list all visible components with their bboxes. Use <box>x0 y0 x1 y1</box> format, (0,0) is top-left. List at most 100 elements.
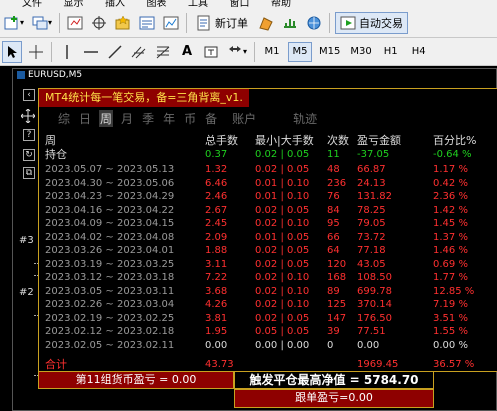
table-row: 2023.03.19 ~ 2023.03.25 3.11 0.02 | 0.05 12… <box>45 258 497 271</box>
cell-pnl: 370.14 <box>357 299 392 310</box>
cell-lots: 7.22 <box>205 272 228 283</box>
cell-pnl: 43.05 <box>357 258 386 270</box>
cell-minmax: 0.01 | 0.05 <box>255 231 310 243</box>
auto-trading-label: 自动交易 <box>359 16 404 30</box>
tab-note[interactable]: 备 <box>204 110 218 127</box>
table-row: 2023.04.23 ~ 2023.04.29 2.46 0.01 | 0.10 76… <box>45 190 497 203</box>
cell-pct: 1.42 % <box>433 204 468 216</box>
menu-view[interactable]: 显示 <box>64 0 84 8</box>
follow-pnl-box: 跟单盈亏=0.00 <box>234 389 434 408</box>
auto-trading-button[interactable]: 自动交易 <box>335 11 409 34</box>
navigator-icon <box>163 16 179 29</box>
tab-overall[interactable]: 综 <box>57 110 71 127</box>
cell-minmax: 0.02 | 0.10 <box>255 218 310 229</box>
menu-file[interactable]: 文件 <box>22 0 42 8</box>
menu-help[interactable]: 帮助 <box>271 0 291 8</box>
cell-period: 2023.04.16 ~ 2023.04.22 <box>45 204 175 216</box>
tab-quarter[interactable]: 季 <box>141 110 155 127</box>
tab-account[interactable]: 账户 <box>231 110 257 127</box>
cell-pnl: 0.00 <box>357 339 380 351</box>
group-pnl-box: 第11组货币盈亏 = 0.00 <box>38 371 234 389</box>
timeframe-h1-label: H1 <box>383 46 398 57</box>
position-minmax: 0.02 | 0.05 <box>255 149 310 160</box>
refresh-side-button[interactable]: ↻ <box>23 149 35 161</box>
help-globe-icon <box>307 16 321 29</box>
data-window-button[interactable] <box>137 12 157 34</box>
menu-insert[interactable]: 插入 <box>105 0 125 8</box>
market-watch-button[interactable] <box>65 12 85 34</box>
tab-currency[interactable]: 币 <box>183 110 197 127</box>
horizontal-line-button[interactable] <box>81 41 101 63</box>
timeframe-m15[interactable]: M15 <box>316 42 343 62</box>
crosshair-icon <box>92 15 107 30</box>
table-row: 2023.03.12 ~ 2023.03.18 7.22 0.02 | 0.10 16… <box>45 271 497 284</box>
timeframe-m1[interactable]: M1 <box>260 42 284 62</box>
timeframe-h1[interactable]: H1 <box>379 42 403 62</box>
cell-minmax: 0.01 | 0.10 <box>255 177 310 189</box>
fibonacci-button[interactable] <box>153 41 173 63</box>
tab-day[interactable]: 日 <box>78 110 92 127</box>
profiles-icon <box>32 16 48 29</box>
profiles-button[interactable]: ▾ <box>30 12 54 34</box>
col-pct: 百分比% <box>433 134 477 147</box>
crosshair-tool-button[interactable] <box>26 41 46 63</box>
tab-year[interactable]: 年 <box>162 110 176 127</box>
text-tool-button[interactable]: A <box>177 41 197 63</box>
arrows-button[interactable]: ▾ <box>225 41 249 63</box>
channel-button[interactable] <box>129 41 149 63</box>
position-pnl: -37.05 <box>357 149 390 160</box>
col-minmax: 最小|大手数 <box>255 134 314 147</box>
toolbar-separator <box>254 41 256 62</box>
cursor-button[interactable] <box>2 40 22 63</box>
cell-period: 2023.05.07 ~ 2023.05.13 <box>45 164 175 175</box>
signals-button[interactable] <box>280 12 300 34</box>
navigator-button[interactable] <box>161 12 181 34</box>
cell-pct: 1.37 % <box>433 231 468 243</box>
cell-minmax: 0.01 | 0.10 <box>255 191 310 202</box>
move-handle-icon[interactable] <box>21 109 35 123</box>
menu-window[interactable]: 窗口 <box>230 0 250 8</box>
cell-pct: 0.42 % <box>433 177 468 189</box>
cell-period: 2023.03.19 ~ 2023.03.25 <box>45 258 175 270</box>
cell-minmax: 0.02 | 0.05 <box>255 245 310 256</box>
trendline-button[interactable] <box>105 41 125 63</box>
tab-month[interactable]: 月 <box>120 110 134 127</box>
menu-tools[interactable]: 工具 <box>188 0 208 8</box>
chart-side-button[interactable]: ‹ <box>23 89 35 101</box>
metaeditor-button[interactable] <box>256 12 276 34</box>
timeframe-m5[interactable]: M5 <box>288 41 313 62</box>
new-order-button[interactable]: 新订单 <box>192 12 252 34</box>
cell-period: 2023.03.26 ~ 2023.04.01 <box>45 245 175 256</box>
tab-track[interactable]: 轨迹 <box>292 110 318 127</box>
table-header: 周 总手数 最小|大手数 次数 盈亏金额 百分比% # <box>45 134 497 147</box>
cell-pnl: 131.82 <box>357 191 392 202</box>
cell-pct: 1.77 % <box>433 272 468 283</box>
copy-side-button[interactable]: ⧉ <box>23 167 35 179</box>
timeframe-h4[interactable]: H4 <box>407 42 431 62</box>
text-label-button[interactable] <box>201 41 221 63</box>
new-chart-button[interactable]: ▾ <box>2 12 26 34</box>
position-pct: -0.64 % <box>433 149 472 160</box>
cell-period: 2023.03.05 ~ 2023.03.11 <box>45 285 175 297</box>
tab-week[interactable]: 周 <box>99 110 114 127</box>
toolbar-separator <box>59 12 61 33</box>
timeframe-m30[interactable]: M30 <box>347 42 374 62</box>
toolbar-separator <box>329 12 331 33</box>
cell-lots: 3.68 <box>205 285 228 297</box>
cell-pct: 1.46 % <box>433 245 468 256</box>
table-row: 2023.02.12 ~ 2023.02.18 1.95 0.05 | 0.05 39… <box>45 325 497 338</box>
help-button[interactable] <box>304 12 324 34</box>
stats-panel: MT4统计每一笔交易，备=三角背离_v1. 综 日 周 月 季 年 币 备 账户… <box>38 88 497 372</box>
cell-lots: 2.45 <box>205 218 228 229</box>
menu-chart[interactable]: 图表 <box>147 0 167 8</box>
crosshair-button[interactable] <box>89 12 109 34</box>
vertical-line-button[interactable] <box>57 41 77 63</box>
cell-period: 2023.04.02 ~ 2023.04.08 <box>45 231 175 243</box>
trendline-icon <box>108 44 122 59</box>
help-side-button[interactable]: ? <box>23 129 35 141</box>
horizontal-line-icon <box>84 50 98 53</box>
channel-icon <box>131 46 146 58</box>
favorites-button[interactable] <box>113 12 133 34</box>
cell-period: 2023.04.09 ~ 2023.04.15 <box>45 218 175 229</box>
text-label-icon <box>204 46 218 57</box>
